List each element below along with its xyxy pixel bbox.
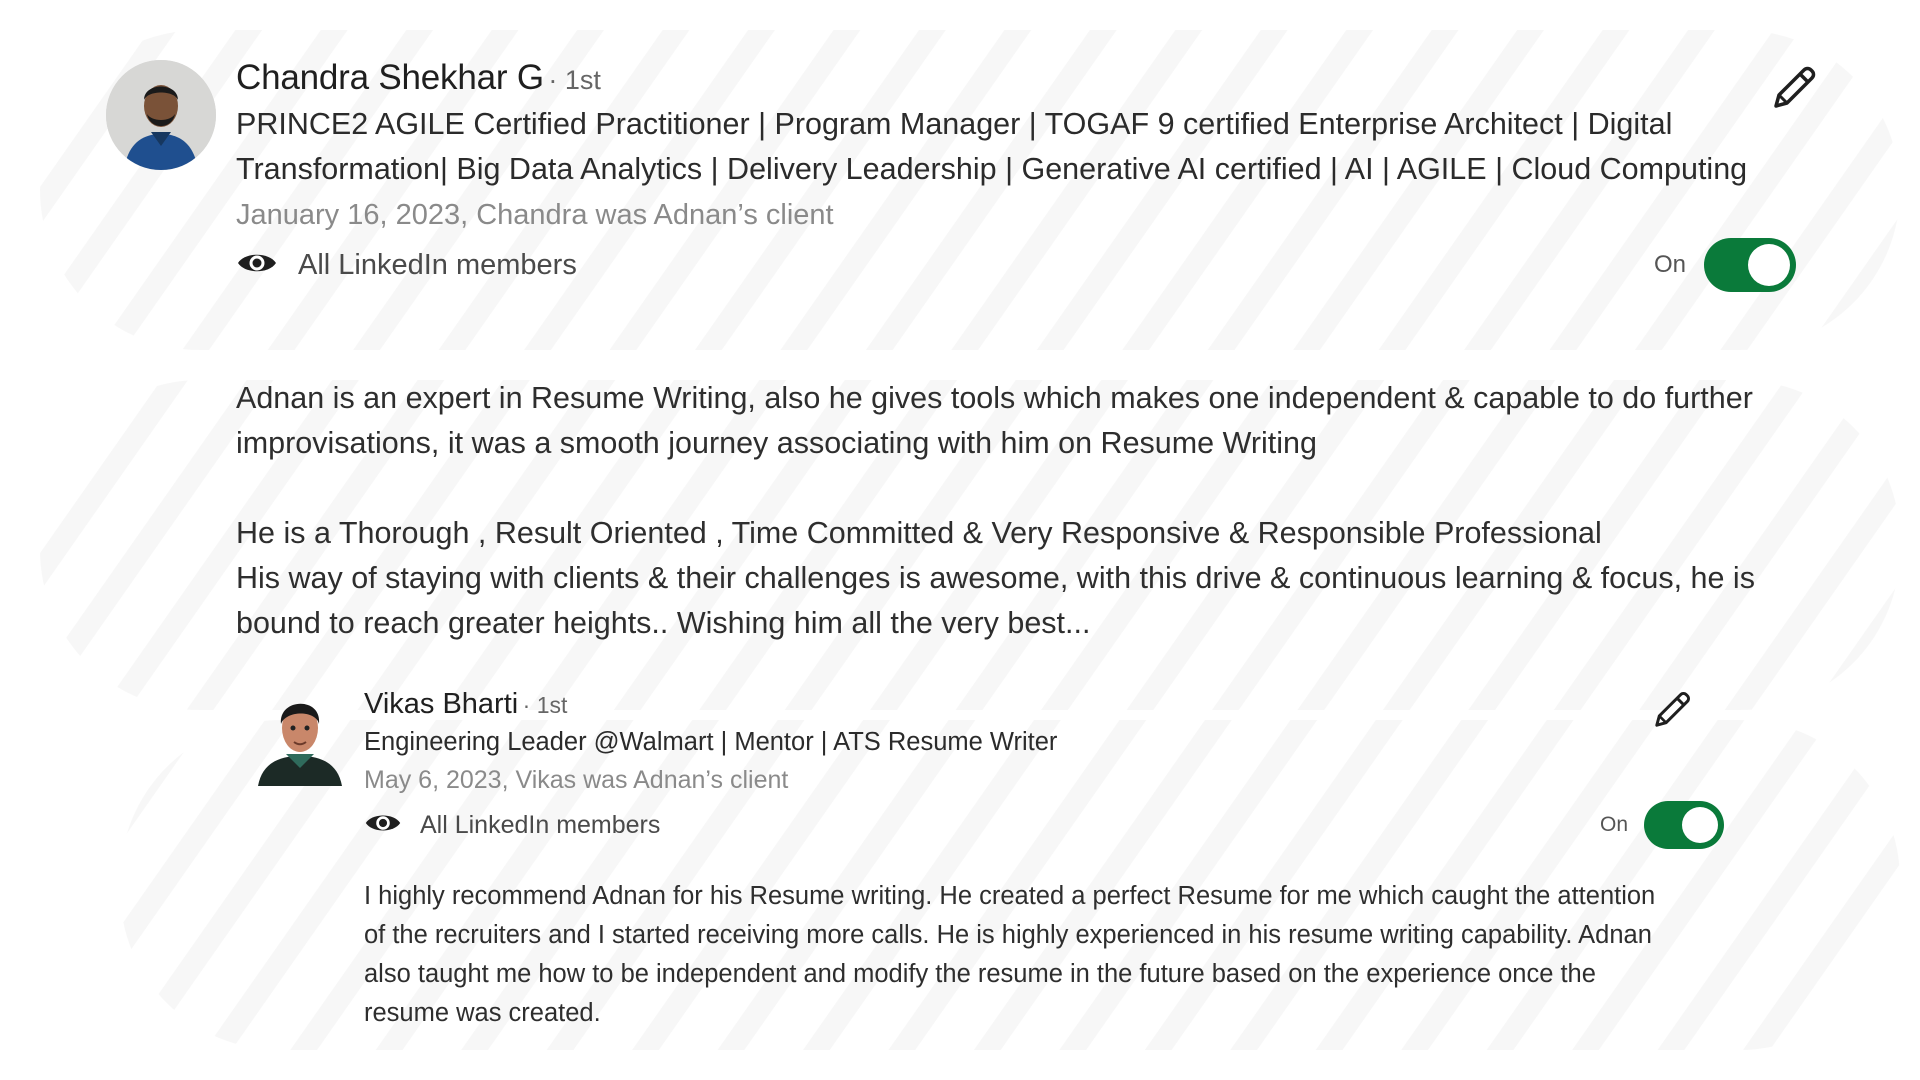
avatar-image: [258, 703, 342, 786]
show-recommendation-toggle[interactable]: [1644, 801, 1724, 849]
eye-icon: [236, 250, 278, 281]
recommender-info: Vikas Bharti · 1st Engineering Leader @W…: [364, 688, 1724, 1033]
show-recommendation-toggle[interactable]: [1704, 238, 1796, 292]
recommender-headline: Engineering Leader @Walmart | Mentor | A…: [364, 728, 1058, 756]
recommendation-card: Vikas Bharti · 1st Engineering Leader @W…: [256, 688, 1736, 1058]
recommendation-date-relation: May 6, 2023, Vikas was Adnan’s client: [364, 766, 789, 794]
toggle-knob: [1748, 244, 1790, 286]
avatar-image: [106, 60, 216, 170]
name-row: Vikas Bharti · 1st: [364, 688, 1724, 721]
visibility-label: All LinkedIn members: [420, 810, 661, 839]
toggle-state-label: On: [1599, 813, 1628, 836]
visibility-row: All LinkedIn members On: [236, 238, 1796, 292]
recommendation-card: Chandra Shekhar G · 1st PRINCE2 AGILE Ce…: [106, 58, 1820, 658]
recommendation-paragraph: I highly recommend Adnan for his Resume …: [364, 882, 1656, 1027]
recommendation-paragraph: Adnan is an expert in Resume Writing, al…: [236, 381, 1753, 460]
recommendation-paragraph: His way of staying with clients & their …: [236, 561, 1755, 640]
avatar[interactable]: [106, 60, 216, 170]
recommendation-text: Adnan is an expert in Resume Writing, al…: [236, 376, 1836, 646]
avatar[interactable]: [256, 688, 344, 786]
recommender-headline: PRINCE2 AGILE Certified Practitioner | P…: [236, 107, 1748, 186]
connection-degree: · 1st: [548, 65, 601, 95]
name-row: Chandra Shekhar G · 1st: [236, 58, 1796, 98]
visibility-toggle-group: On: [1653, 238, 1796, 292]
recommendations-canvas: Chandra Shekhar G · 1st PRINCE2 AGILE Ce…: [0, 0, 1920, 1080]
visibility-row: All LinkedIn members On: [364, 801, 1724, 849]
toggle-knob: [1682, 807, 1718, 843]
connection-degree: · 1st: [522, 692, 568, 718]
visibility-label: All LinkedIn members: [298, 248, 577, 281]
recommendation-text: I highly recommend Adnan for his Resume …: [364, 877, 1664, 1033]
recommender-name[interactable]: Vikas Bharti: [364, 688, 518, 720]
recommendation-date-relation: January 16, 2023, Chandra was Adnan’s cl…: [236, 199, 834, 231]
recommendation-paragraph: He is a Thorough , Result Oriented , Tim…: [236, 516, 1602, 550]
recommender-info: Chandra Shekhar G · 1st PRINCE2 AGILE Ce…: [236, 58, 1796, 292]
pencil-icon[interactable]: [1650, 688, 1694, 732]
recommender-name[interactable]: Chandra Shekhar G: [236, 58, 544, 97]
pencil-icon[interactable]: [1768, 62, 1820, 114]
toggle-state-label: On: [1653, 251, 1686, 278]
visibility-toggle-group: On: [1599, 801, 1724, 849]
eye-icon: [364, 811, 402, 840]
